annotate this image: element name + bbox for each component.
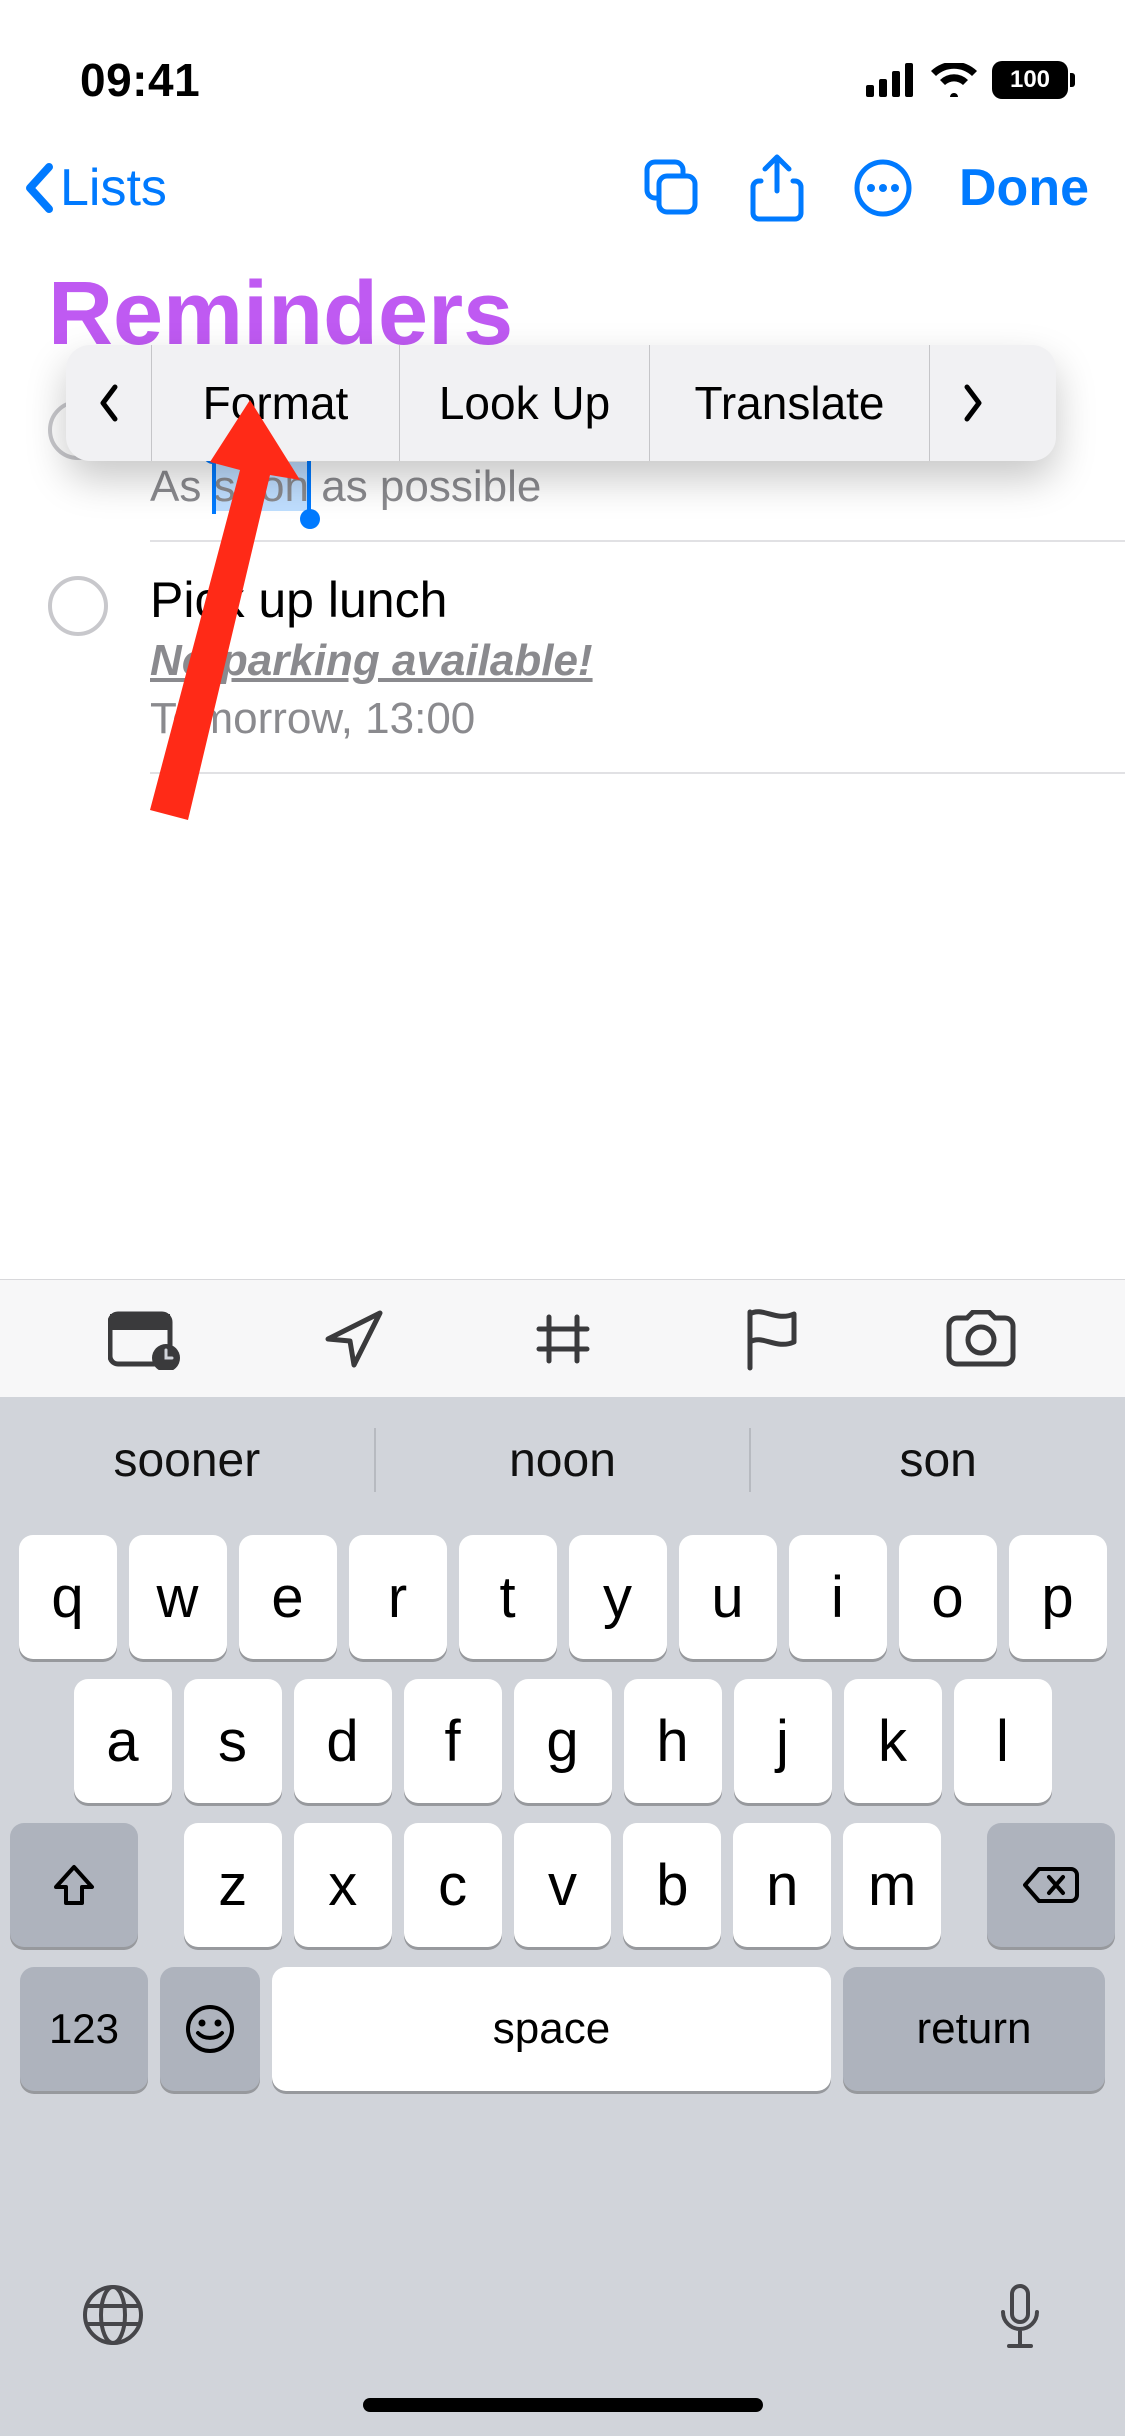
key-x[interactable]: x [294,1823,392,1947]
menu-next-icon[interactable] [930,345,1016,461]
key-s[interactable]: s [184,1679,282,1803]
key-m[interactable]: m [843,1823,941,1947]
key-return[interactable]: return [843,1967,1105,2091]
key-space[interactable]: space [272,1967,831,2091]
reminder-note[interactable]: As soon as possible [150,462,541,512]
camera-icon[interactable] [921,1299,1041,1379]
tag-icon[interactable] [503,1299,623,1379]
suggestion-bar: sooner noon son [0,1397,1125,1523]
key-e[interactable]: e [239,1535,337,1659]
key-u[interactable]: u [679,1535,777,1659]
suggestion[interactable]: sooner [0,1433,374,1488]
menu-format-button[interactable]: Format [152,345,400,461]
reminder-quick-toolbar [0,1279,1125,1397]
key-o[interactable]: o [899,1535,997,1659]
suggestion[interactable]: son [751,1433,1125,1488]
key-t[interactable]: t [459,1535,557,1659]
key-l[interactable]: l [954,1679,1052,1803]
key-p[interactable]: p [1009,1535,1107,1659]
signal-icon [866,63,916,97]
location-icon[interactable] [294,1299,414,1379]
key-f[interactable]: f [404,1679,502,1803]
key-h[interactable]: h [624,1679,722,1803]
key-k[interactable]: k [844,1679,942,1803]
key-d[interactable]: d [294,1679,392,1803]
status-bar: 09:41 100 [0,0,1125,125]
key-b[interactable]: b [623,1823,721,1947]
key-j[interactable]: j [734,1679,832,1803]
key-i[interactable]: i [789,1535,887,1659]
key-row-2: a s d f g h j k l [10,1679,1115,1803]
reminder-note[interactable]: No parking available! [150,636,593,686]
dictation-icon[interactable] [995,2282,1045,2358]
key-q[interactable]: q [19,1535,117,1659]
flag-icon[interactable] [712,1299,832,1379]
calendar-icon[interactable] [85,1299,205,1379]
reminder-title[interactable]: Pick up lunch [150,570,593,630]
key-row-4: 123 space return [10,1967,1115,2091]
menu-lookup-button[interactable]: Look Up [400,345,650,461]
key-y[interactable]: y [569,1535,667,1659]
selected-text[interactable]: soon [214,462,309,511]
back-button[interactable]: Lists [24,158,167,218]
key-z[interactable]: z [184,1823,282,1947]
key-n[interactable]: n [733,1823,831,1947]
key-w[interactable]: w [129,1535,227,1659]
key-a[interactable]: a [74,1679,172,1803]
key-r[interactable]: r [349,1535,447,1659]
key-row-1: q w e r t y u i o p [10,1535,1115,1659]
key-shift[interactable] [10,1823,138,1947]
complete-toggle[interactable] [48,576,108,636]
wifi-icon [930,63,978,97]
home-indicator[interactable] [363,2398,763,2412]
key-v[interactable]: v [514,1823,612,1947]
done-button[interactable]: Done [939,158,1089,218]
back-label: Lists [60,158,167,218]
key-123[interactable]: 123 [20,1967,148,2091]
key-c[interactable]: c [404,1823,502,1947]
reminder-due: Tomorrow, 13:00 [150,694,593,744]
reminder-row[interactable]: Pick up lunch No parking available! Tomo… [48,542,1125,772]
nav-bar: Lists Done [0,125,1125,233]
suggestion[interactable]: noon [376,1433,750,1488]
keyboard: sooner noon son q w e r t y u i o p a s [0,1397,1125,2436]
key-g[interactable]: g [514,1679,612,1803]
menu-prev-icon[interactable] [66,345,152,461]
globe-icon[interactable] [80,2282,146,2348]
menu-translate-button[interactable]: Translate [650,345,930,461]
battery-icon: 100 [992,61,1075,99]
more-icon[interactable] [833,153,933,223]
key-row-3: z x c v b n m [10,1823,1115,1947]
key-emoji[interactable] [160,1967,260,2091]
key-backspace[interactable] [987,1823,1115,1947]
copy-icon[interactable] [621,153,721,223]
status-time: 09:41 [80,53,200,107]
text-context-menu: Format Look Up Translate [66,345,1056,461]
share-icon[interactable] [727,153,827,223]
